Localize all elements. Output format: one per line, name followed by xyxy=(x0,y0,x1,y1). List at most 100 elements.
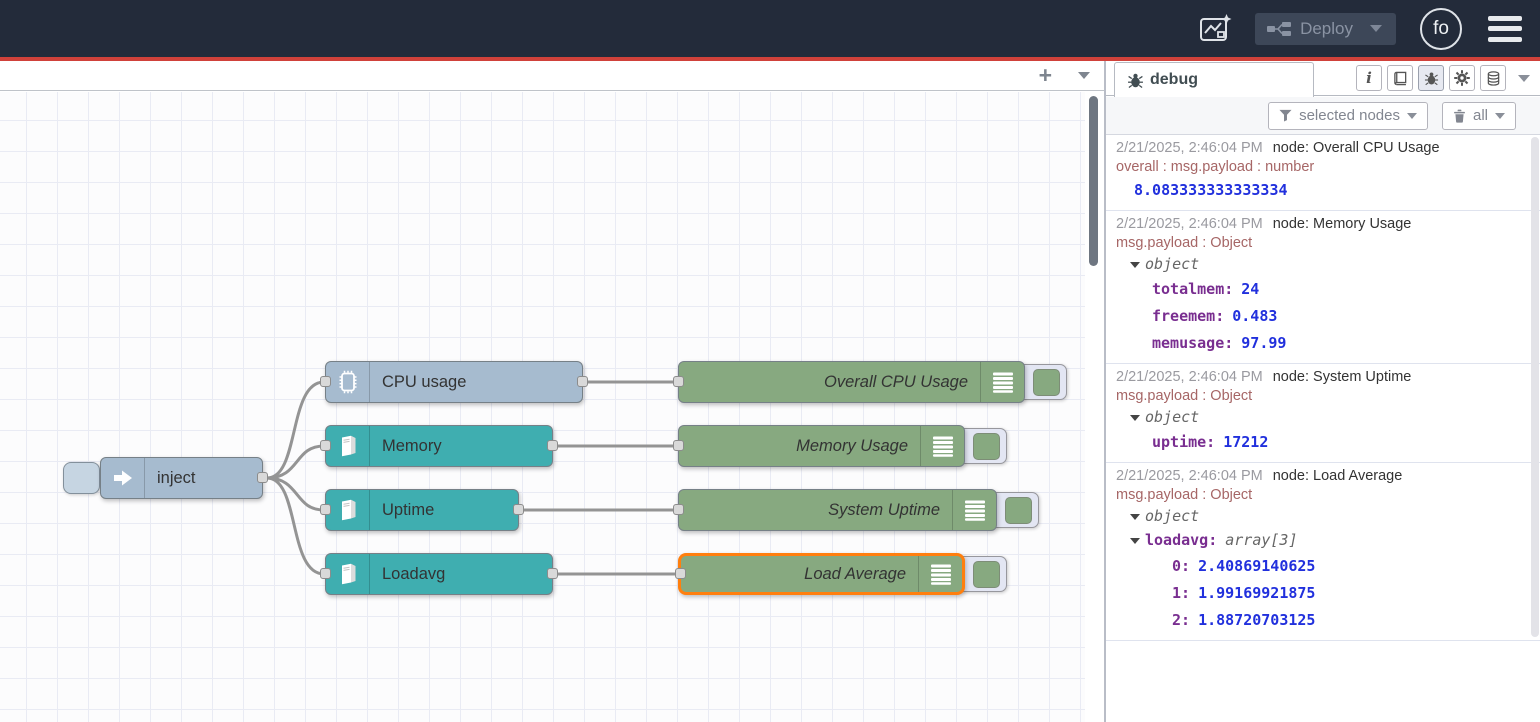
input-port[interactable] xyxy=(675,568,686,579)
collapse-caret-icon[interactable] xyxy=(1130,538,1140,544)
node-debug-overall-cpu-usage[interactable]: Overall CPU Usage xyxy=(678,361,1025,403)
output-port[interactable] xyxy=(513,504,524,515)
wires-layer xyxy=(0,92,1104,722)
object-key: freemem: xyxy=(1152,307,1224,325)
deploy-label: Deploy xyxy=(1300,19,1353,39)
debug-filter-bar: selected nodes all xyxy=(1106,97,1540,135)
node-uptime[interactable]: Uptime xyxy=(325,489,519,531)
input-port[interactable] xyxy=(673,440,684,451)
array-value: 1.88720703125 xyxy=(1198,611,1315,629)
input-port[interactable] xyxy=(320,568,331,579)
message-source-node: node: Memory Usage xyxy=(1273,215,1412,234)
object-value: 17212 xyxy=(1223,433,1268,451)
debug-message: 2/21/2025, 2:46:04 PM node: Memory Usage… xyxy=(1106,211,1540,364)
object-value: 0.483 xyxy=(1232,307,1277,325)
user-avatar[interactable]: fo xyxy=(1420,8,1462,50)
flow-tab-bar: + xyxy=(0,61,1104,91)
wire-inject-uptime[interactable] xyxy=(267,478,324,510)
cpu-chip-icon xyxy=(326,362,370,402)
input-port[interactable] xyxy=(320,440,331,451)
array-key: loadavg: xyxy=(1145,528,1217,553)
collapse-caret-icon[interactable] xyxy=(1130,514,1140,520)
sidebar-menu-caret-icon[interactable] xyxy=(1518,75,1530,82)
add-flow-button[interactable]: + xyxy=(1039,63,1052,87)
output-port[interactable] xyxy=(577,376,588,387)
collapse-caret-icon[interactable] xyxy=(1130,415,1140,421)
message-source-node: node: System Uptime xyxy=(1273,368,1412,387)
inject-trigger-button[interactable] xyxy=(63,462,100,494)
output-port[interactable] xyxy=(547,568,558,579)
header-bar: Deploy fo xyxy=(0,0,1540,57)
object-value: 97.99 xyxy=(1241,334,1286,352)
sidebar-header: debug i xyxy=(1106,61,1540,96)
message-source-node: node: Load Average xyxy=(1273,467,1403,486)
node-debug-load-average[interactable]: Load Average xyxy=(678,553,965,595)
object-type-label: object xyxy=(1145,505,1199,528)
debug-list-icon xyxy=(980,362,1024,402)
node-red-app: Deploy fo + xyxy=(0,0,1540,722)
input-port[interactable] xyxy=(673,376,684,387)
server-tower-icon xyxy=(326,426,370,466)
input-port[interactable] xyxy=(673,504,684,515)
flow-canvas[interactable]: inject CPU usage xyxy=(0,92,1104,722)
node-memory[interactable]: Memory xyxy=(325,425,553,467)
main-menu-icon[interactable] xyxy=(1488,16,1522,42)
help-tab-button[interactable] xyxy=(1387,65,1413,91)
array-value: 1.99169921875 xyxy=(1198,584,1315,602)
debug-message: 2/21/2025, 2:46:04 PM node: Load Average… xyxy=(1106,463,1540,641)
node-label: Memory Usage xyxy=(679,437,920,456)
inject-arrow-icon xyxy=(101,458,145,498)
node-label: Loadavg xyxy=(370,565,457,584)
tab-debug-label: debug xyxy=(1150,71,1198,89)
wire-inject-memory[interactable] xyxy=(267,446,324,478)
debug-messages-list[interactable]: 2/21/2025, 2:46:04 PM node: Overall CPU … xyxy=(1106,135,1540,722)
object-key: memusage: xyxy=(1152,334,1233,352)
object-value: 24 xyxy=(1241,280,1259,298)
trash-icon xyxy=(1453,109,1466,123)
flow-list-caret-icon[interactable] xyxy=(1078,72,1090,79)
input-port[interactable] xyxy=(320,504,331,515)
object-key: totalmem: xyxy=(1152,280,1233,298)
message-property-path: msg.payload : Object xyxy=(1116,387,1522,406)
debug-filter-button[interactable]: selected nodes xyxy=(1268,102,1428,130)
deploy-button[interactable]: Deploy xyxy=(1255,13,1396,45)
node-inject[interactable]: inject xyxy=(100,457,263,499)
message-number-value: 8.083333333333334 xyxy=(1116,177,1522,204)
array-index: 2: xyxy=(1172,611,1190,629)
node-label: System Uptime xyxy=(679,501,952,520)
node-label: Overall CPU Usage xyxy=(679,373,980,392)
output-port[interactable] xyxy=(257,472,268,483)
sidebar-toolbar: i xyxy=(1356,65,1530,91)
canvas-vertical-scrollbar[interactable] xyxy=(1089,96,1098,266)
node-label: inject xyxy=(145,469,208,488)
array-index: 1: xyxy=(1172,584,1190,602)
funnel-icon xyxy=(1279,109,1292,122)
debug-filter-label: selected nodes xyxy=(1299,107,1400,124)
message-timestamp: 2/21/2025, 2:46:04 PM xyxy=(1116,368,1263,387)
output-port[interactable] xyxy=(547,440,558,451)
message-timestamp: 2/21/2025, 2:46:04 PM xyxy=(1116,215,1263,234)
message-timestamp: 2/21/2025, 2:46:04 PM xyxy=(1116,139,1263,158)
node-loadavg[interactable]: Loadavg xyxy=(325,553,553,595)
debug-list-icon xyxy=(920,426,964,466)
sidebar-scrollbar[interactable] xyxy=(1531,137,1539,637)
info-tab-button[interactable]: i xyxy=(1356,65,1382,91)
config-nodes-tab-button[interactable] xyxy=(1449,65,1475,91)
object-type-label: object xyxy=(1145,253,1199,276)
node-label: Memory xyxy=(370,437,454,456)
object-type-label: object xyxy=(1145,406,1199,429)
flow-chart-sparkle-icon[interactable] xyxy=(1197,11,1233,47)
debug-tab-button[interactable] xyxy=(1418,65,1444,91)
server-tower-icon xyxy=(326,554,370,594)
context-data-tab-button[interactable] xyxy=(1480,65,1506,91)
collapse-caret-icon[interactable] xyxy=(1130,262,1140,268)
node-cpu-usage[interactable]: CPU usage xyxy=(325,361,583,403)
node-debug-system-uptime[interactable]: System Uptime xyxy=(678,489,997,531)
debug-message: 2/21/2025, 2:46:04 PM node: System Uptim… xyxy=(1106,364,1540,463)
deploy-caret-icon[interactable] xyxy=(1370,25,1382,32)
node-debug-memory-usage[interactable]: Memory Usage xyxy=(678,425,965,467)
debug-clear-button[interactable]: all xyxy=(1442,102,1516,130)
tab-debug[interactable]: debug xyxy=(1114,62,1314,97)
input-port[interactable] xyxy=(320,376,331,387)
debug-list-icon xyxy=(952,490,996,530)
